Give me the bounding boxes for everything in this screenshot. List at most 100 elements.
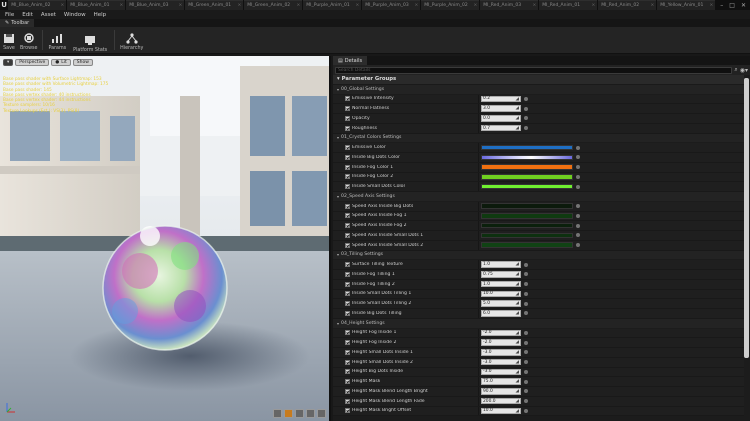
cylinder-preview-icon[interactable] — [273, 409, 282, 418]
menu-asset[interactable]: Asset — [41, 12, 56, 18]
override-checkbox[interactable] — [345, 310, 350, 316]
close-tab-icon[interactable]: × — [474, 3, 478, 8]
reset-icon[interactable] — [524, 340, 528, 345]
color-swatch[interactable] — [481, 242, 573, 248]
override-checkbox[interactable] — [345, 281, 350, 287]
override-checkbox[interactable] — [345, 115, 350, 121]
parameter-value-input[interactable]: 5.0 ◢ — [481, 300, 521, 307]
override-checkbox[interactable] — [345, 271, 350, 277]
reset-icon[interactable] — [524, 116, 528, 121]
menu-help[interactable]: Help — [94, 12, 107, 18]
override-checkbox[interactable] — [345, 262, 350, 268]
asset-tab[interactable]: MI_Purple_Anim_01 × — [303, 0, 362, 10]
override-checkbox[interactable] — [345, 301, 350, 307]
asset-tab[interactable]: MI_Yellow_Anim_01 × — [657, 0, 716, 10]
reset-icon[interactable] — [524, 330, 528, 335]
color-swatch[interactable] — [481, 232, 573, 239]
reset-icon[interactable] — [524, 369, 528, 374]
params-button[interactable]: Params — [48, 27, 66, 53]
parameter-value-input[interactable]: 0.0 ◢ — [481, 115, 521, 122]
override-checkbox[interactable] — [345, 174, 350, 180]
asset-tab[interactable]: MI_Blue_Anim_03 × — [126, 0, 185, 10]
override-checkbox[interactable] — [345, 213, 350, 219]
color-swatch[interactable] — [481, 203, 573, 209]
reset-icon[interactable] — [524, 106, 528, 111]
color-swatch[interactable] — [481, 222, 573, 229]
color-swatch[interactable] — [481, 183, 573, 190]
reset-icon[interactable] — [524, 350, 528, 355]
asset-tab[interactable]: MI_Blue_Anim_01 × — [67, 0, 126, 10]
reset-icon[interactable] — [524, 408, 528, 413]
parameter-value-input[interactable]: 0.2 ◢ — [481, 95, 521, 103]
maximize-icon[interactable]: □ — [729, 2, 735, 9]
details-scrollbar[interactable] — [744, 78, 749, 358]
parameter-value-input[interactable]: -3.0 ◢ — [481, 358, 521, 366]
asset-tab[interactable]: MI_Red_Anim_03 × — [480, 0, 539, 10]
color-swatch[interactable] — [481, 144, 573, 151]
close-tab-icon[interactable]: × — [356, 3, 360, 8]
reset-icon[interactable] — [524, 96, 528, 101]
asset-tab[interactable]: MI_Green_Anim_01 × — [185, 0, 244, 10]
override-checkbox[interactable] — [345, 232, 350, 238]
parameter-value-input[interactable]: -2.0 ◢ — [481, 339, 521, 346]
override-checkbox[interactable] — [345, 388, 350, 394]
reset-icon[interactable] — [576, 145, 580, 150]
toolbar-tab[interactable]: ✎ Toolbar — [0, 19, 35, 27]
color-swatch[interactable] — [481, 213, 573, 219]
hierarchy-button[interactable]: Hierarchy — [120, 27, 143, 53]
asset-tab[interactable]: MI_Red_Anim_02 × — [598, 0, 657, 10]
override-checkbox[interactable] — [345, 203, 350, 209]
reset-icon[interactable] — [576, 174, 580, 179]
perspective-button[interactable]: Perspective — [15, 59, 50, 66]
reset-icon[interactable] — [524, 291, 528, 296]
close-tab-icon[interactable]: × — [651, 3, 655, 8]
override-checkbox[interactable] — [345, 349, 350, 355]
override-checkbox[interactable] — [345, 184, 350, 190]
close-tab-icon[interactable]: × — [120, 3, 124, 8]
close-tab-icon[interactable]: × — [297, 3, 301, 8]
cube-preview-icon[interactable] — [306, 409, 315, 418]
parameter-group-header[interactable]: ▾ 02_Speed Axis Settings — [333, 192, 744, 202]
parameter-value-input[interactable]: 1.0 ◢ — [481, 261, 521, 268]
override-checkbox[interactable] — [345, 145, 350, 151]
reset-icon[interactable] — [524, 389, 528, 394]
save-button[interactable]: Save — [3, 27, 15, 53]
override-checkbox[interactable] — [345, 154, 350, 160]
override-checkbox[interactable] — [345, 398, 350, 404]
override-checkbox[interactable] — [345, 369, 350, 375]
reset-icon[interactable] — [576, 213, 580, 218]
override-checkbox[interactable] — [345, 125, 350, 131]
minimize-icon[interactable]: – — [720, 2, 723, 9]
parameter-value-input[interactable]: 0.7 ◢ — [481, 124, 521, 132]
menu-edit[interactable]: Edit — [22, 12, 33, 18]
reset-icon[interactable] — [524, 262, 528, 267]
reset-icon[interactable] — [576, 243, 580, 248]
close-tab-icon[interactable]: × — [238, 3, 242, 8]
parameter-groups-header[interactable]: ▾ Parameter Groups — [333, 75, 744, 85]
asset-tab[interactable]: MI_Purple_Anim_03 × — [362, 0, 421, 10]
parameter-group-header[interactable]: ▾ 04_Height Settings — [333, 318, 744, 329]
parameter-value-input[interactable]: 200.0 ◢ — [481, 397, 521, 405]
lit-button[interactable]: ● Lit — [51, 59, 71, 66]
parameter-group-header[interactable]: ▾ 03_Tilling Settings — [333, 250, 744, 261]
override-checkbox[interactable] — [345, 340, 350, 346]
show-button[interactable]: Show — [72, 59, 93, 66]
material-preview-viewport[interactable]: ▾ Perspective ● Lit Show Base pass shader… — [0, 56, 331, 421]
close-icon[interactable]: ✕ — [741, 2, 746, 9]
viewport-options-button[interactable]: ▾ — [3, 59, 14, 66]
search-icon[interactable]: ⌕ — [734, 66, 737, 74]
reset-icon[interactable] — [524, 379, 528, 384]
override-checkbox[interactable] — [345, 106, 350, 112]
platform-stats-button[interactable]: Platform Stats — [71, 27, 109, 53]
reset-icon[interactable] — [524, 282, 528, 287]
close-tab-icon[interactable]: × — [710, 3, 714, 8]
override-checkbox[interactable] — [345, 242, 350, 248]
browse-button[interactable]: Browse — [20, 27, 37, 53]
parameter-value-input[interactable]: 10.0 ◢ — [481, 407, 521, 415]
reset-icon[interactable] — [576, 165, 580, 170]
override-checkbox[interactable] — [345, 223, 350, 229]
menu-window[interactable]: Window — [64, 12, 86, 18]
teapot-preview-icon[interactable] — [317, 409, 326, 418]
details-tab[interactable]: ▤ Details — [333, 56, 368, 65]
reset-icon[interactable] — [576, 204, 580, 209]
